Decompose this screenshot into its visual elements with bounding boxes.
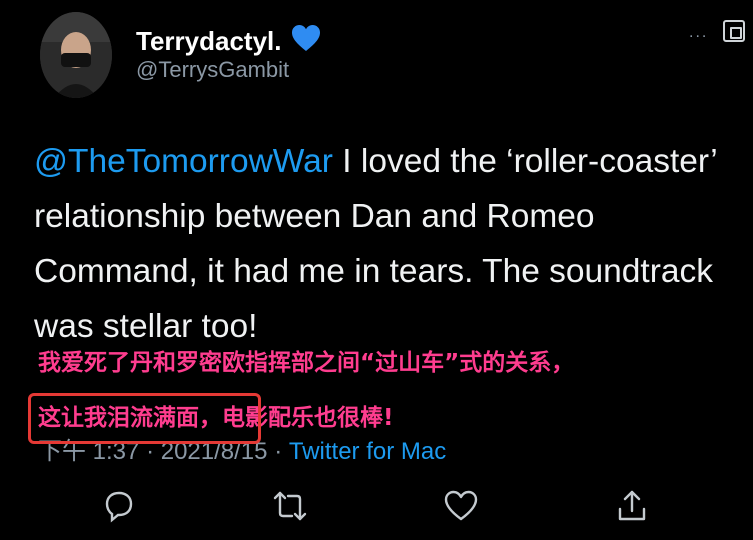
share-icon[interactable] xyxy=(612,486,652,526)
meta-separator: · xyxy=(274,438,283,465)
user-handle[interactable]: @TerrysGambit xyxy=(136,57,289,83)
translation-line-1: 我爱死了丹和罗密欧指挥部之间“过山车”式的关系， xyxy=(38,350,575,376)
blue-heart-icon xyxy=(291,24,321,59)
display-name-text: Terrydactyl. xyxy=(136,26,282,56)
mention-link[interactable]: @TheTomorrowWar xyxy=(34,143,333,180)
action-bar xyxy=(0,480,753,536)
display-name[interactable]: Terrydactyl. xyxy=(136,24,321,59)
more-options-icon[interactable]: ... xyxy=(689,24,708,42)
highlight-box xyxy=(28,393,261,444)
heart-icon[interactable] xyxy=(441,486,481,526)
tweet-text: @TheTomorrowWar I loved the ‘roller-coas… xyxy=(34,134,734,354)
expand-icon[interactable] xyxy=(723,20,745,42)
reply-icon[interactable] xyxy=(99,486,139,526)
avatar[interactable] xyxy=(40,12,112,98)
tweet-source[interactable]: Twitter for Mac xyxy=(289,438,446,465)
retweet-icon[interactable] xyxy=(270,486,310,526)
